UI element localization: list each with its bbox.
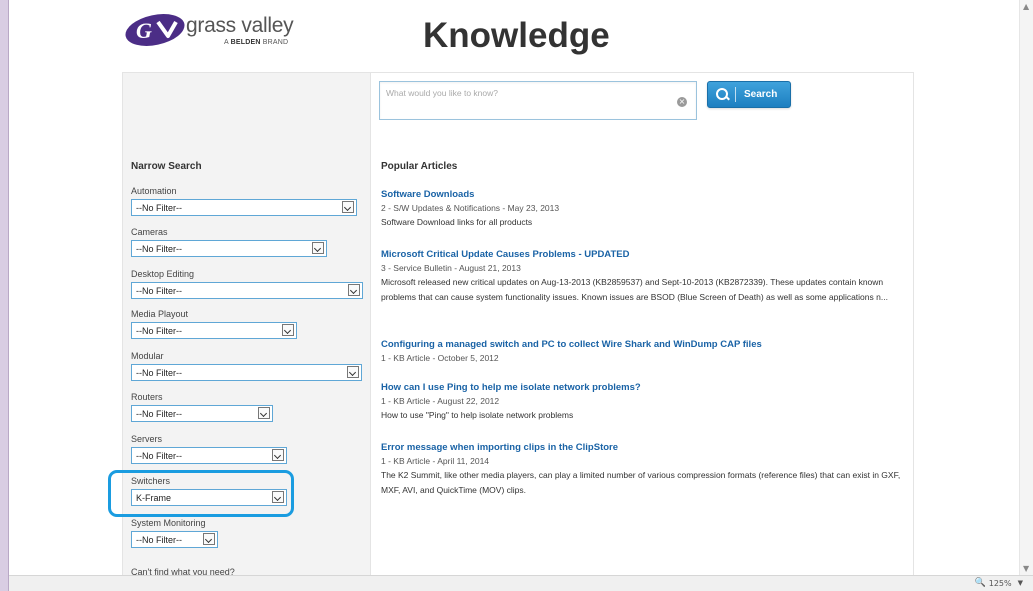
scroll-up-icon[interactable]: ▲ [1023, 2, 1029, 11]
page-header: G grass valley A BELDEN BRAND Knowledge [122, 8, 914, 66]
list-item: How can I use Ping to help me isolate ne… [381, 382, 906, 423]
filter-system-monitoring: System Monitoring --No Filter-- [131, 518, 218, 548]
filter-label: Media Playout [131, 309, 189, 319]
chevron-down-icon[interactable] [282, 324, 294, 336]
search-icon [716, 88, 729, 101]
search-box: × [379, 81, 697, 120]
select-value: --No Filter-- [136, 535, 182, 545]
status-bar: 🔍 125% ▼ [9, 575, 1033, 591]
filter-routers: Routers --No Filter-- [131, 392, 273, 422]
window-edge [0, 0, 9, 591]
select-value: --No Filter-- [136, 451, 182, 461]
servers-select[interactable]: --No Filter-- [131, 447, 287, 464]
chevron-down-icon[interactable] [203, 533, 215, 545]
article-meta: 1 - KB Article - October 5, 2012 [381, 353, 499, 363]
vertical-scrollbar[interactable]: ▲ ▼ [1019, 0, 1033, 575]
switchers-highlight-annotation [108, 470, 294, 517]
list-item: Microsoft Critical Update Causes Problem… [381, 249, 906, 304]
list-item: Error message when importing clips in th… [381, 442, 906, 497]
narrow-search-title: Narrow Search [131, 161, 202, 172]
filter-automation: Automation --No Filter-- [131, 186, 357, 216]
brand-name: grass valley [186, 14, 294, 37]
chevron-down-icon[interactable]: ▼ [1018, 579, 1023, 587]
clear-icon[interactable]: × [677, 97, 687, 107]
article-meta: 1 - KB Article - April 11, 2014 [381, 456, 490, 466]
filter-label: Modular [131, 351, 164, 361]
automation-select[interactable]: --No Filter-- [131, 199, 357, 216]
select-value: --No Filter-- [136, 326, 182, 336]
filter-label: Cameras [131, 227, 168, 237]
brand-sub-suffix: BRAND [260, 39, 289, 46]
chevron-down-icon[interactable] [348, 284, 360, 296]
chevron-down-icon[interactable] [342, 201, 354, 213]
popular-articles-title: Popular Articles [381, 161, 458, 172]
select-value: --No Filter-- [136, 409, 182, 419]
svg-text:G: G [136, 18, 152, 43]
article-description: The K2 Summit, like other media players,… [381, 470, 901, 495]
filter-cameras: Cameras --No Filter-- [131, 227, 327, 257]
article-title-link[interactable]: Microsoft Critical Update Causes Problem… [381, 249, 906, 261]
button-divider [735, 87, 736, 102]
brand-logo[interactable]: G grass valley A BELDEN BRAND [122, 10, 312, 54]
cameras-select[interactable]: --No Filter-- [131, 240, 327, 257]
article-description: Software Download links for all products [381, 217, 533, 227]
zoom-control[interactable]: 🔍 125% ▼ [975, 578, 1023, 588]
article-meta: 3 - Service Bulletin - August 21, 2013 [381, 263, 521, 273]
chevron-down-icon[interactable] [258, 407, 270, 419]
routers-select[interactable]: --No Filter-- [131, 405, 273, 422]
filter-label: System Monitoring [131, 518, 206, 528]
article-title-link[interactable]: How can I use Ping to help me isolate ne… [381, 382, 906, 394]
search-input[interactable] [386, 88, 666, 98]
article-title-link[interactable]: Software Downloads [381, 189, 906, 201]
article-description: Microsoft released new critical updates … [381, 277, 888, 302]
article-meta: 2 - S/W Updates & Notifications - May 23… [381, 203, 560, 213]
scroll-down-icon[interactable]: ▼ [1023, 564, 1029, 573]
filter-label: Desktop Editing [131, 269, 195, 279]
zoom-level: 125% [988, 578, 1012, 588]
system-monitoring-select[interactable]: --No Filter-- [131, 531, 218, 548]
select-value: --No Filter-- [136, 286, 182, 296]
filter-media-playout: Media Playout --No Filter-- [131, 309, 297, 339]
grass-valley-logo-icon: G [125, 14, 185, 46]
filter-label: Servers [131, 434, 163, 444]
search-button[interactable]: Search [707, 81, 791, 108]
page-title: Knowledge [423, 16, 610, 55]
modular-select[interactable]: --No Filter-- [131, 364, 362, 381]
article-description: How to use "Ping" to help isolate networ… [381, 410, 574, 420]
select-value: --No Filter-- [136, 203, 182, 213]
brand-sub-prefix: A [224, 39, 231, 46]
media-playout-select[interactable]: --No Filter-- [131, 322, 297, 339]
brand-subtitle: A BELDEN BRAND [224, 39, 288, 46]
article-meta: 1 - KB Article - August 22, 2012 [381, 396, 500, 406]
chevron-down-icon[interactable] [347, 366, 359, 378]
select-value: --No Filter-- [136, 368, 182, 378]
desktop-editing-select[interactable]: --No Filter-- [131, 282, 363, 299]
article-title-link[interactable]: Configuring a managed switch and PC to c… [381, 339, 906, 351]
list-item: Configuring a managed switch and PC to c… [381, 339, 906, 365]
filter-modular: Modular --No Filter-- [131, 351, 362, 381]
filter-desktop-editing: Desktop Editing --No Filter-- [131, 269, 363, 299]
browser-viewport: G grass valley A BELDEN BRAND Knowledge … [0, 0, 1033, 591]
list-item: Software Downloads 2 - S/W Updates & Not… [381, 189, 906, 230]
filter-label: Automation [131, 186, 177, 196]
chevron-down-icon[interactable] [272, 449, 284, 461]
search-button-label: Search [744, 89, 778, 100]
filter-label: Routers [131, 392, 163, 402]
zoom-icon: 🔍 [974, 578, 986, 588]
chevron-down-icon[interactable] [312, 242, 324, 254]
article-title-link[interactable]: Error message when importing clips in th… [381, 442, 906, 454]
brand-sub-bold: BELDEN [230, 39, 261, 46]
filter-servers: Servers --No Filter-- [131, 434, 287, 464]
main-content: × Search Popular Articles Software Downl… [371, 73, 913, 576]
select-value: --No Filter-- [136, 244, 182, 254]
